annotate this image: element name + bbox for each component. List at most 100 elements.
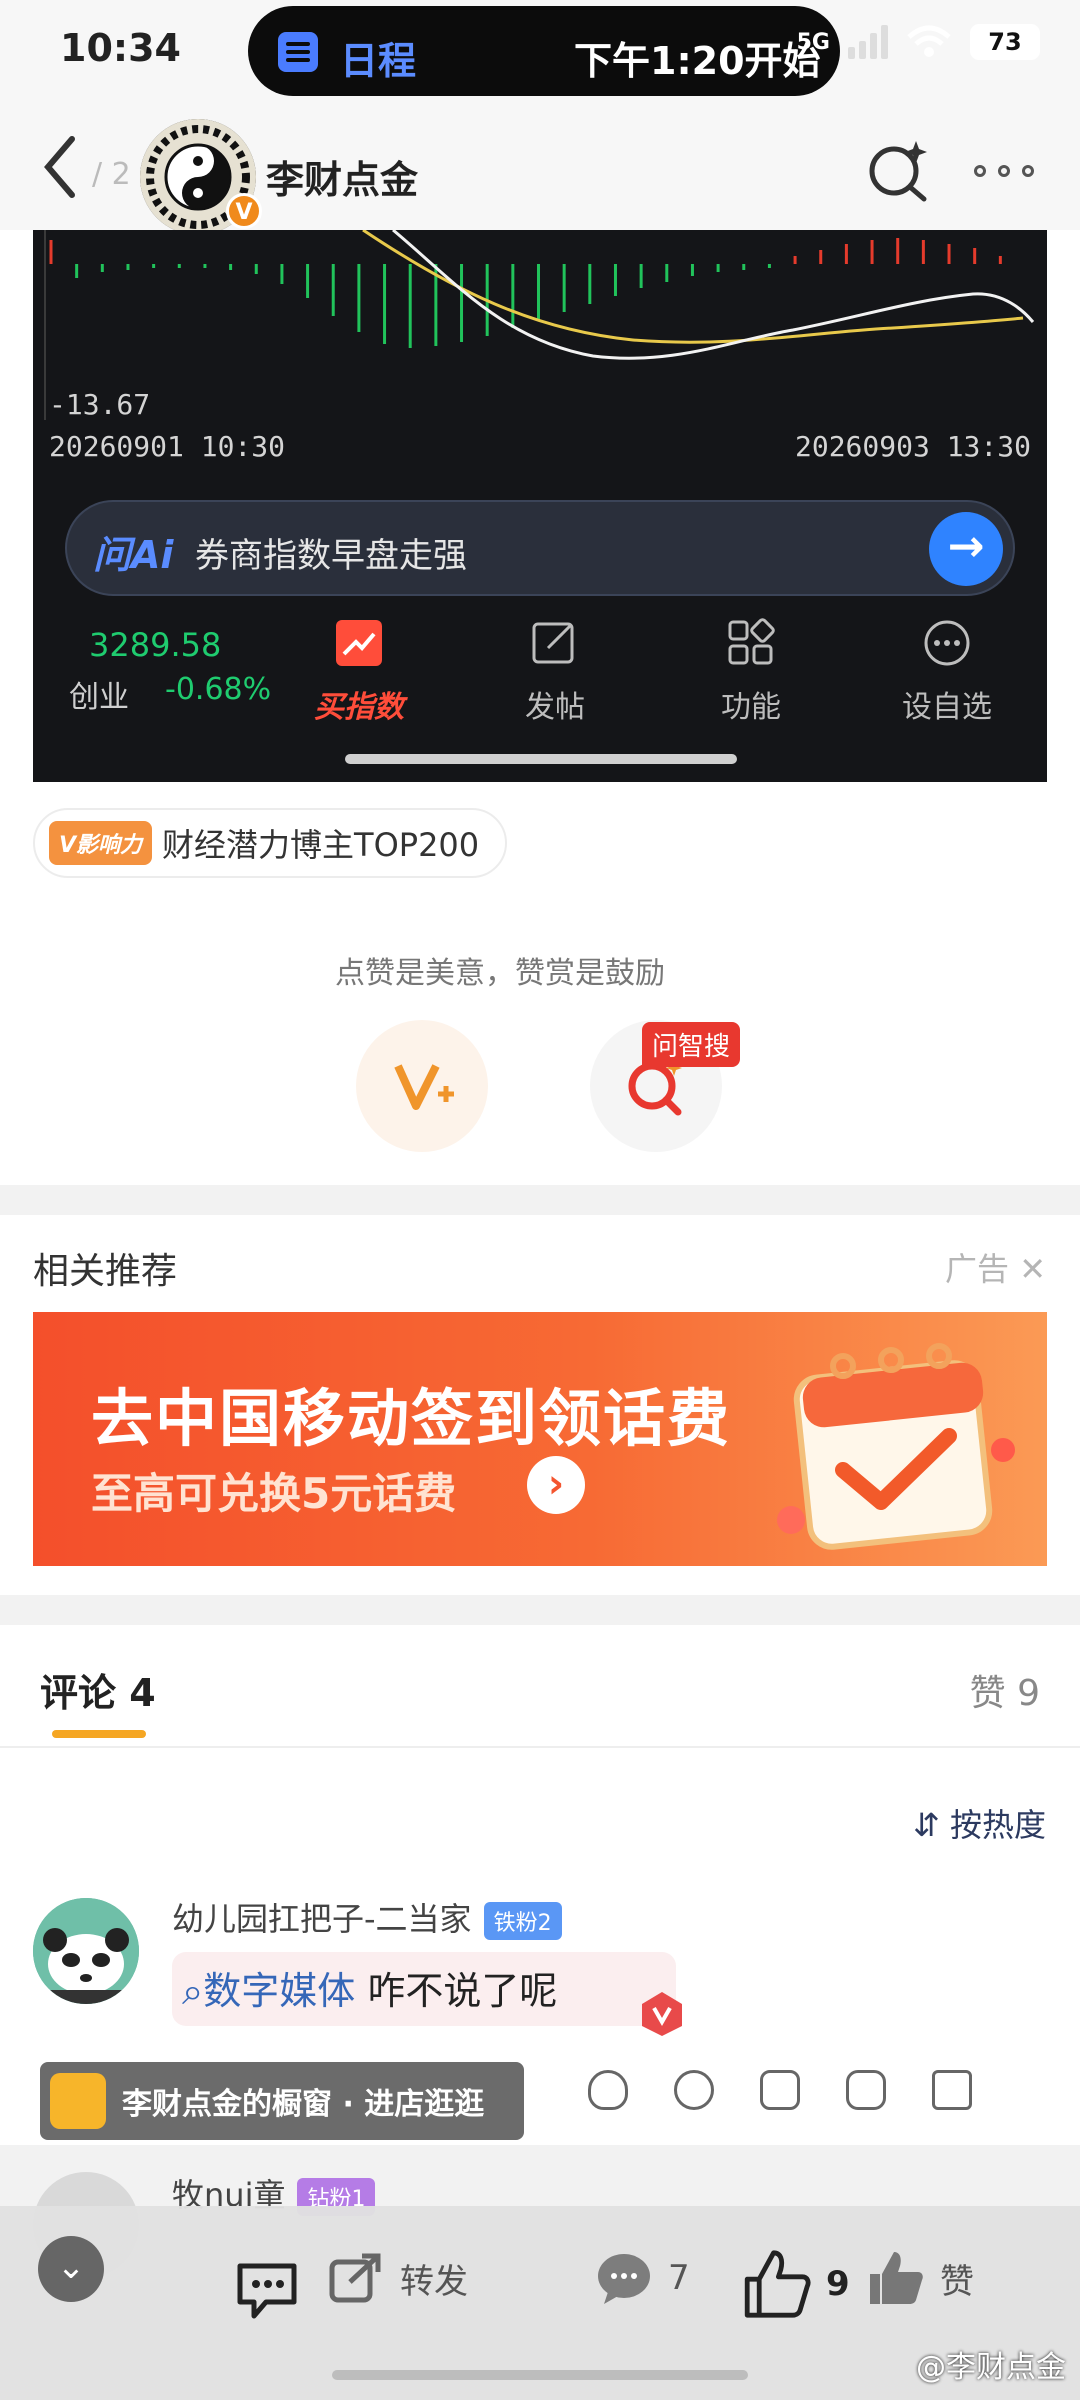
wifi-icon	[907, 25, 951, 57]
repost-button[interactable]: 转发	[326, 2248, 468, 2308]
post-button[interactable]: 发帖	[495, 618, 615, 726]
ad-title: 去中国移动签到领话费	[91, 1382, 732, 1455]
back-arrow-icon[interactable]	[36, 133, 96, 201]
status-icons: 5G 73	[797, 24, 1040, 60]
sort-icon: ⇵	[913, 1806, 950, 1844]
nav-bar: / 2 V 李财点金	[0, 105, 1080, 235]
v-sticker-icon	[642, 1992, 682, 2036]
commenter-avatar[interactable]	[33, 1898, 139, 2004]
function-button[interactable]: 功能	[691, 618, 811, 726]
chart-end-time: 20260903 13:30	[794, 430, 1031, 463]
recommend-title: 相关推荐	[33, 1251, 178, 1292]
repost-icon	[329, 2253, 381, 2303]
ai-query-bar[interactable]: 问Ai 券商指数早盘走强 →	[65, 500, 1015, 596]
v-plus-icon	[394, 1064, 454, 1110]
battery-indicator: 73	[970, 24, 1040, 60]
influence-tag: V影响力	[49, 821, 153, 865]
screenshot-home-indicator	[345, 754, 737, 764]
dynamic-island[interactable]: 日程 下午1:20开始	[248, 6, 840, 96]
close-icon: ✕	[1009, 1250, 1046, 1288]
island-event-text: 下午1:20开始	[574, 39, 821, 83]
ad-banner[interactable]: 去中国移动签到领话费 至高可兑换5元话费 ›	[33, 1312, 1047, 1566]
shop-window-entry[interactable]: 李财点金的橱窗 · 进店逛逛	[40, 2062, 524, 2140]
ad-subtitle: 至高可兑换5元话费	[91, 1469, 457, 1518]
index-value: 3289.58	[89, 626, 222, 664]
commenter-username: 幼儿园扛把子-二当家	[172, 1900, 472, 1938]
topic-link[interactable]: ⌕数字媒体	[182, 1969, 355, 2013]
reply-icon[interactable]	[846, 2070, 886, 2110]
verified-badge: V	[226, 193, 262, 229]
reward-hint: 点赞是美意，赞赏是鼓励	[335, 956, 665, 991]
status-bar: 10:34 日程 下午1:20开始 5G 73	[0, 0, 1080, 105]
signal-icon	[848, 25, 888, 59]
function-label: 功能	[721, 690, 781, 725]
sort-label: 按热度	[949, 1806, 1046, 1844]
grid-icon	[728, 618, 775, 665]
post-label: 发帖	[525, 690, 585, 725]
comment-body: 咋不说了呢	[355, 1969, 558, 2013]
repost-label: 转发	[400, 2261, 468, 2302]
comment-actions	[588, 2070, 972, 2110]
watermark: @李财点金	[916, 2350, 1066, 2385]
index-name: 创业	[69, 680, 129, 715]
calendar-check-icon	[777, 1343, 1015, 1550]
like-count: 9	[826, 2264, 850, 2304]
buy-index-button[interactable]: 买指数	[299, 618, 419, 726]
chart-start-time: 20260901 10:30	[49, 430, 286, 463]
index-change: -0.68%	[165, 672, 272, 707]
status-time: 10:34	[60, 26, 181, 70]
report-icon[interactable]	[588, 2070, 628, 2110]
like-count-button[interactable]: 9	[740, 2248, 850, 2320]
comments-tab[interactable]: 评论 4	[40, 1662, 156, 1717]
reward-button[interactable]	[356, 1020, 488, 1152]
sort-by-hot-button[interactable]: ⇵ 按热度	[913, 1800, 1046, 1846]
chevron-right-icon: ›	[527, 1456, 585, 1514]
fan-level-badge: 铁粉2	[483, 1902, 562, 1940]
comment-like-icon[interactable]	[932, 2070, 972, 2110]
chart-low-label: -13.67	[49, 388, 151, 421]
comment-count: 7	[668, 2258, 690, 2298]
thumbs-up-icon	[870, 2252, 923, 2304]
ad-close-button[interactable]: 广告 ✕	[945, 1244, 1046, 1290]
shop-icon	[50, 2073, 106, 2129]
topic-text: 数字媒体	[203, 1969, 356, 2013]
like-button[interactable]: 赞	[866, 2248, 974, 2308]
share-icon[interactable]	[760, 2070, 800, 2110]
buy-index-label: 买指数	[314, 690, 404, 725]
home-indicator	[332, 2370, 748, 2380]
likes-tab[interactable]: 赞 9	[970, 1664, 1040, 1716]
edit-icon	[532, 622, 574, 664]
add-watchlist-button[interactable]: 设自选	[887, 618, 1007, 726]
ma-white-line	[392, 230, 1035, 360]
search-icon: ⌕	[182, 1969, 204, 2013]
dislike-face-icon[interactable]	[674, 2070, 714, 2110]
comment-icon	[598, 2254, 650, 2304]
arrow-right-icon[interactable]: →	[929, 512, 1003, 586]
more-icon[interactable]	[974, 165, 1034, 177]
island-app-name: 日程	[340, 39, 417, 83]
network-label: 5G	[796, 29, 830, 55]
account-name[interactable]: 李财点金	[266, 149, 418, 204]
wenzhisou-tag: 问智搜	[642, 1022, 741, 1067]
chevron-down-icon[interactable]: ⌄	[38, 2236, 104, 2302]
panda-avatar-icon	[33, 1898, 139, 2004]
shop-text: 李财点金的橱窗 · 进店逛逛	[122, 2087, 485, 2122]
influence-text: 财经潜力博主TOP200	[162, 826, 480, 864]
active-tab-underline	[52, 1730, 146, 1738]
ai-query-text: 券商指数早盘走强	[195, 536, 467, 576]
like-label: 赞	[940, 2261, 974, 2302]
ai-search-icon[interactable]	[862, 135, 932, 205]
calendar-icon	[278, 32, 318, 72]
thumbs-up-outline-icon	[744, 2250, 811, 2318]
add-watchlist-label: 设自选	[902, 690, 992, 725]
chat-bubble-icon[interactable]	[232, 2254, 302, 2324]
influence-badge[interactable]: V影响力 财经潜力博主TOP200	[33, 808, 508, 878]
trend-up-icon	[336, 620, 382, 666]
comment-text: ⌕数字媒体 咋不说了呢	[172, 1952, 676, 2026]
more-circle-icon	[924, 620, 970, 666]
commenter-name[interactable]: 幼儿园扛把子-二当家 铁粉2	[172, 1894, 562, 1940]
ad-label: 广告	[945, 1250, 1010, 1288]
stock-app-screenshot: -13.67 20260901 10:30 20260903 13:30 问Ai…	[33, 230, 1047, 782]
tab-divider	[0, 1746, 1080, 1748]
comment-count-button[interactable]: 7	[594, 2248, 690, 2308]
